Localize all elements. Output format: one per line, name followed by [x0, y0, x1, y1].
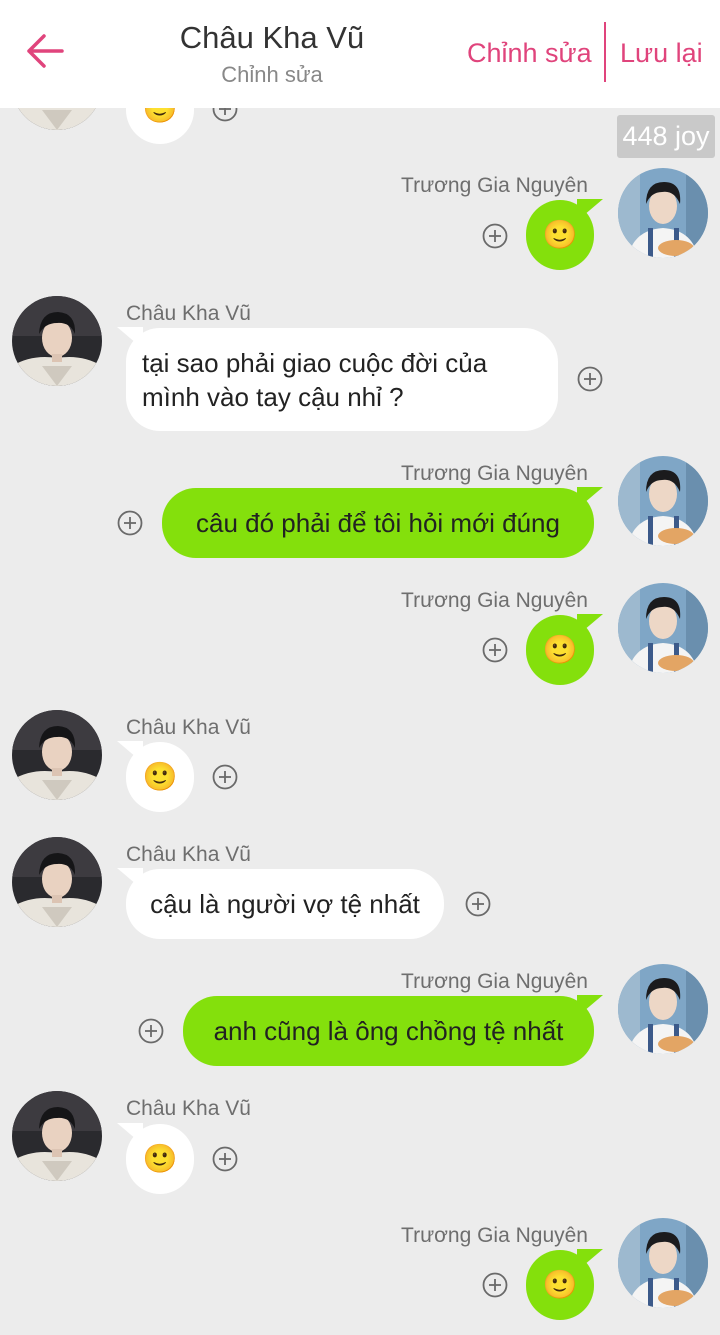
message-bubble[interactable]: tại sao phải giao cuộc đời của mình vào … — [117, 327, 558, 431]
avatar[interactable] — [618, 583, 708, 673]
message-bubble[interactable]: anh cũng là ông chồng tệ nhất — [183, 995, 603, 1066]
add-reaction-icon[interactable] — [138, 1018, 164, 1044]
add-reaction-icon[interactable] — [212, 764, 238, 790]
app-header: Châu Kha Vũ Chỉnh sửa Chỉnh sửa Lưu lại — [0, 0, 720, 108]
save-button[interactable]: Lưu lại — [620, 38, 703, 69]
avatar[interactable] — [12, 1091, 102, 1181]
avatar[interactable] — [618, 168, 708, 258]
add-reaction-icon[interactable] — [577, 366, 603, 392]
emoji-bubble[interactable]: 🙂 — [526, 614, 603, 685]
message-text: tại sao phải giao cuộc đời của mình vào … — [142, 348, 488, 412]
emoji-bubble[interactable]: 🙂 — [117, 1123, 194, 1194]
sender-name: Châu Kha Vũ — [126, 843, 251, 866]
avatar[interactable] — [618, 1218, 708, 1308]
sender-name: Trương Gia Nguyên — [401, 462, 588, 485]
header-divider — [604, 22, 606, 82]
avatar[interactable] — [12, 837, 102, 927]
sender-name: Châu Kha Vũ — [126, 716, 251, 739]
sender-name: Trương Gia Nguyên — [401, 1224, 588, 1247]
add-reaction-icon[interactable] — [482, 223, 508, 249]
sender-name: Trương Gia Nguyên — [401, 970, 588, 993]
smiley-emoji: 🙂 — [542, 1269, 578, 1300]
sender-name: Trương Gia Nguyên — [401, 174, 588, 197]
emoji-bubble[interactable]: 🙂 — [117, 741, 194, 812]
smiley-emoji: 🙂 — [542, 634, 578, 665]
add-reaction-icon[interactable] — [465, 891, 491, 917]
add-reaction-icon[interactable] — [482, 1272, 508, 1298]
add-reaction-icon[interactable] — [212, 1146, 238, 1172]
edit-button[interactable]: Chỉnh sửa — [467, 38, 592, 69]
page-title: Châu Kha Vũ — [179, 20, 365, 55]
avatar[interactable] — [12, 296, 102, 386]
avatar[interactable] — [618, 456, 708, 546]
sender-name: Trương Gia Nguyên — [401, 589, 588, 612]
message-bubble[interactable]: câu đó phải để tôi hỏi mới đúng — [162, 487, 603, 558]
message-text: cậu là người vợ tệ nhất — [150, 889, 420, 919]
emoji-bubble[interactable]: 🙂 — [526, 199, 603, 270]
add-reaction-icon[interactable] — [117, 510, 143, 536]
smiley-emoji: 🙂 — [142, 761, 178, 792]
message-text: anh cũng là ông chồng tệ nhất — [213, 1016, 564, 1046]
back-arrow-icon[interactable] — [24, 30, 66, 72]
sender-name: Châu Kha Vũ — [126, 302, 251, 325]
smiley-emoji: 🙂 — [142, 1143, 178, 1174]
avatar[interactable] — [618, 964, 708, 1054]
add-reaction-icon[interactable] — [482, 637, 508, 663]
sender-name: Châu Kha Vũ — [126, 1097, 251, 1120]
smiley-emoji: 🙂 — [542, 219, 578, 250]
message-bubble[interactable]: cậu là người vợ tệ nhất — [117, 868, 444, 939]
emoji-bubble[interactable]: 🙂 — [526, 1249, 603, 1320]
joy-count-badge: 448 joy — [617, 115, 715, 158]
page-subtitle: Chỉnh sửa — [221, 62, 323, 87]
avatar[interactable] — [12, 710, 102, 800]
message-text: câu đó phải để tôi hỏi mới đúng — [196, 508, 560, 538]
